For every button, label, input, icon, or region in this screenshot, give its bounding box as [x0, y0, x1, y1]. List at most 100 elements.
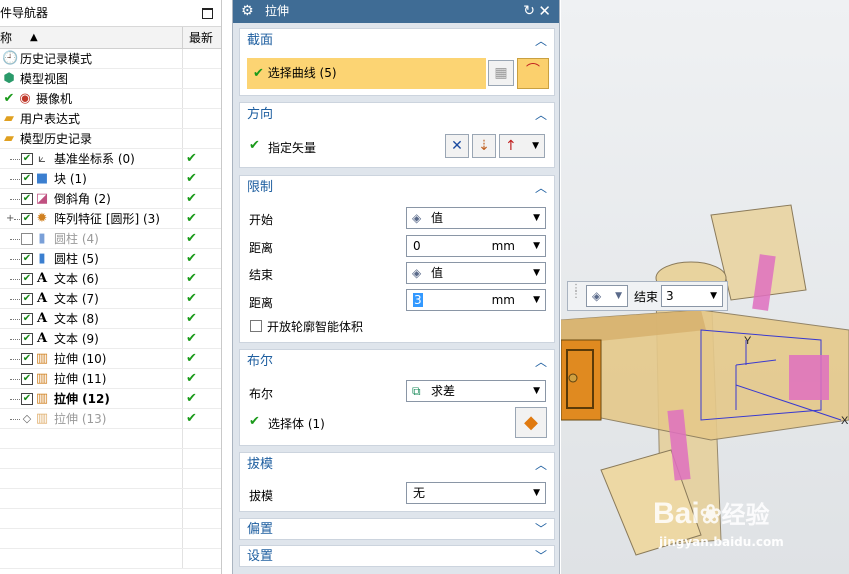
feature-row[interactable]: ✔ A 文本 (8) ✔ — [0, 309, 221, 329]
curve-select-button[interactable]: ⌒ — [517, 58, 549, 89]
tree-node-model-views[interactable]: ⬢ 模型视图 — [0, 69, 221, 89]
dropdown-arrow-icon: ▼ — [533, 213, 540, 223]
select-body-label: 选择体 (1) — [268, 417, 325, 431]
visibility-checkbox[interactable]: ✔ — [21, 373, 33, 385]
select-body-button[interactable]: ◆ — [515, 407, 547, 438]
feature-row[interactable]: ✔ ▥ 拉伸 (10) ✔ — [0, 349, 221, 369]
dialog-title: 拉伸 — [265, 4, 290, 18]
dropdown-arrow-icon: ▼ — [615, 291, 622, 301]
feature-row[interactable]: ✔ ▮ 圆柱 (5) ✔ — [0, 249, 221, 269]
chevron-up-icon[interactable]: ︿ — [535, 176, 547, 200]
visibility-checkbox[interactable]: ✔ — [21, 253, 33, 265]
origin-handle[interactable] — [568, 373, 578, 383]
visibility-checkbox[interactable]: ✔ — [21, 173, 33, 185]
start-label: 开始 — [249, 213, 274, 227]
cylinder-icon: ▮ — [38, 231, 46, 246]
drag-handle-icon[interactable]: ⋮ ⋮ — [571, 284, 581, 300]
feature-row[interactable]: ▮ 圆柱 (4) ✔ — [0, 229, 221, 249]
feature-label: 圆柱 (4) — [54, 232, 99, 246]
latest-check-icon: ✔ — [186, 351, 197, 366]
limits-header[interactable]: 限制 ︿ — [240, 176, 554, 200]
feature-row[interactable]: + ✔ ✹ 阵列特征 [圆形] (3) ✔ — [0, 209, 221, 229]
start-type-dropdown[interactable]: ◈ 值 ▼ — [406, 207, 546, 229]
boolean-dropdown[interactable]: ⧉ 求差 ▼ — [406, 380, 546, 402]
model-views-icon: ⬢ — [3, 71, 15, 86]
limits-group: 限制 ︿ 开始 ◈ 值 ▼ 距离 0 mm ▼ 结束 ◈ 值 ▼ 距离 3 mm… — [239, 175, 555, 343]
dialog-title-bar: ⚙ 拉伸 ↻ ✕ — [233, 0, 559, 23]
chevron-up-icon[interactable]: ︿ — [535, 453, 547, 477]
column-name-header[interactable]: 称 — [0, 27, 12, 49]
visibility-checkbox[interactable]: ✔ — [21, 193, 33, 205]
feature-row[interactable]: ✔ ▥ 拉伸 (12) ✔ — [0, 389, 221, 409]
vector-type-dropdown[interactable]: ↑ ▼ — [499, 134, 545, 158]
maximize-icon[interactable] — [202, 8, 213, 19]
feature-row[interactable]: ✔ ◪ 倒斜角 (2) ✔ — [0, 189, 221, 209]
close-icon[interactable]: ✕ — [538, 0, 551, 23]
navigator-column-header: 称 ▲ 最新 — [0, 27, 221, 49]
feature-label: 拉伸 (10) — [54, 352, 107, 366]
end-mini-label: 结束 — [634, 290, 659, 304]
latest-check-icon: ✔ — [186, 371, 197, 386]
visibility-checkbox[interactable]: ✔ — [21, 293, 33, 305]
open-profile-checkbox[interactable] — [250, 320, 262, 332]
feature-row[interactable]: ✔ A 文本 (6) ✔ — [0, 269, 221, 289]
visibility-checkbox[interactable]: ✔ — [21, 313, 33, 325]
chevron-up-icon[interactable]: ︿ — [535, 29, 547, 53]
latest-check-icon: ✔ — [186, 311, 197, 326]
sort-ascending-icon[interactable]: ▲ — [30, 27, 38, 49]
latest-check-icon: ✔ — [186, 211, 197, 226]
solid-body-icon: ◆ — [524, 412, 538, 433]
draft-header[interactable]: 拔模 ︿ — [240, 453, 554, 477]
visibility-checkbox[interactable] — [21, 233, 33, 245]
visibility-checkbox[interactable]: ✔ — [21, 273, 33, 285]
tree-node-label: 历史记录模式 — [20, 52, 93, 66]
visibility-checkbox[interactable]: ✔ — [21, 393, 33, 405]
draft-header-label: 拔模 — [247, 457, 274, 472]
boolean-header[interactable]: 布尔 ︿ — [240, 350, 554, 374]
feature-label: 文本 (6) — [54, 272, 99, 286]
chevron-up-icon[interactable]: ︿ — [535, 350, 547, 374]
feature-row[interactable]: ◇ ▥ 拉伸 (13) ✔ — [0, 409, 221, 429]
visibility-checkbox[interactable]: ✔ — [21, 333, 33, 345]
settings-group: 设置 ﹀ — [239, 545, 555, 567]
datum-csys-icon: ⟀ — [38, 151, 46, 166]
select-curve-field[interactable]: ✔ 选择曲线 (5) — [247, 58, 486, 89]
feature-row[interactable]: ✔ A 文本 (7) ✔ — [0, 289, 221, 309]
floating-end-input: ⋮ ⋮ ◈ ▼ 结束 3 ▼ — [567, 281, 728, 311]
column-latest-header[interactable]: 最新 — [182, 27, 222, 49]
reset-icon[interactable]: ↻ — [523, 0, 535, 23]
sketch-section-button[interactable]: ▦ — [488, 60, 514, 86]
vector-dialog-button[interactable]: ⇣ — [472, 134, 496, 158]
offset-header[interactable]: 偏置 ﹀ — [240, 519, 554, 540]
gear-icon[interactable]: ⚙ — [241, 0, 254, 23]
feature-row[interactable]: ✔ ■ 块 (1) ✔ — [0, 169, 221, 189]
visibility-checkbox[interactable]: ✔ — [21, 353, 33, 365]
draft-dropdown[interactable]: 无 ▼ — [406, 482, 546, 504]
chevron-down-icon[interactable]: ﹀ — [535, 546, 547, 567]
tree-node-user-expressions[interactable]: ▰ 用户表达式 — [0, 109, 221, 129]
tree-node-camera[interactable]: ✔ ◉ 摄像机 — [0, 89, 221, 109]
visibility-checkbox[interactable]: ✔ — [21, 153, 33, 165]
tree-node-history-mode[interactable]: 🕘 历史记录模式 — [0, 49, 221, 69]
visibility-checkbox[interactable]: ✔ — [21, 213, 33, 225]
direction-header[interactable]: 方向 ︿ — [240, 103, 554, 127]
latest-check-icon: ✔ — [186, 171, 197, 186]
chevron-down-icon[interactable]: ﹀ — [535, 519, 547, 540]
axis-x-label: X — [841, 415, 849, 427]
dropdown-arrow-icon: ▼ — [533, 295, 540, 305]
end-type-mini-dropdown[interactable]: ◈ ▼ — [586, 285, 628, 307]
end-distance-input[interactable]: 3 mm ▼ — [406, 289, 546, 311]
end-mini-input[interactable]: 3 ▼ — [661, 285, 723, 307]
start-distance-input[interactable]: 0 mm ▼ — [406, 235, 546, 257]
feature-label: 文本 (8) — [54, 312, 99, 326]
feature-row[interactable]: ✔ A 文本 (9) ✔ — [0, 329, 221, 349]
feature-row[interactable]: ✔ ▥ 拉伸 (11) ✔ — [0, 369, 221, 389]
reverse-direction-button[interactable]: ✕ — [445, 134, 469, 158]
end-type-dropdown[interactable]: ◈ 值 ▼ — [406, 262, 546, 284]
feature-row[interactable]: ✔ ⟀ 基准坐标系 (0) ✔ — [0, 149, 221, 169]
section-header[interactable]: 截面 ︿ — [240, 29, 554, 53]
settings-header[interactable]: 设置 ﹀ — [240, 546, 554, 567]
chevron-up-icon[interactable]: ︿ — [535, 103, 547, 127]
extrude-dialog: ⚙ 拉伸 ↻ ✕ 截面 ︿ ✔ 选择曲线 (5) ▦ ⌒ 方向 ︿ ✔ 指定矢量… — [232, 0, 560, 574]
tree-node-model-history[interactable]: ▰ 模型历史记录 — [0, 129, 221, 149]
